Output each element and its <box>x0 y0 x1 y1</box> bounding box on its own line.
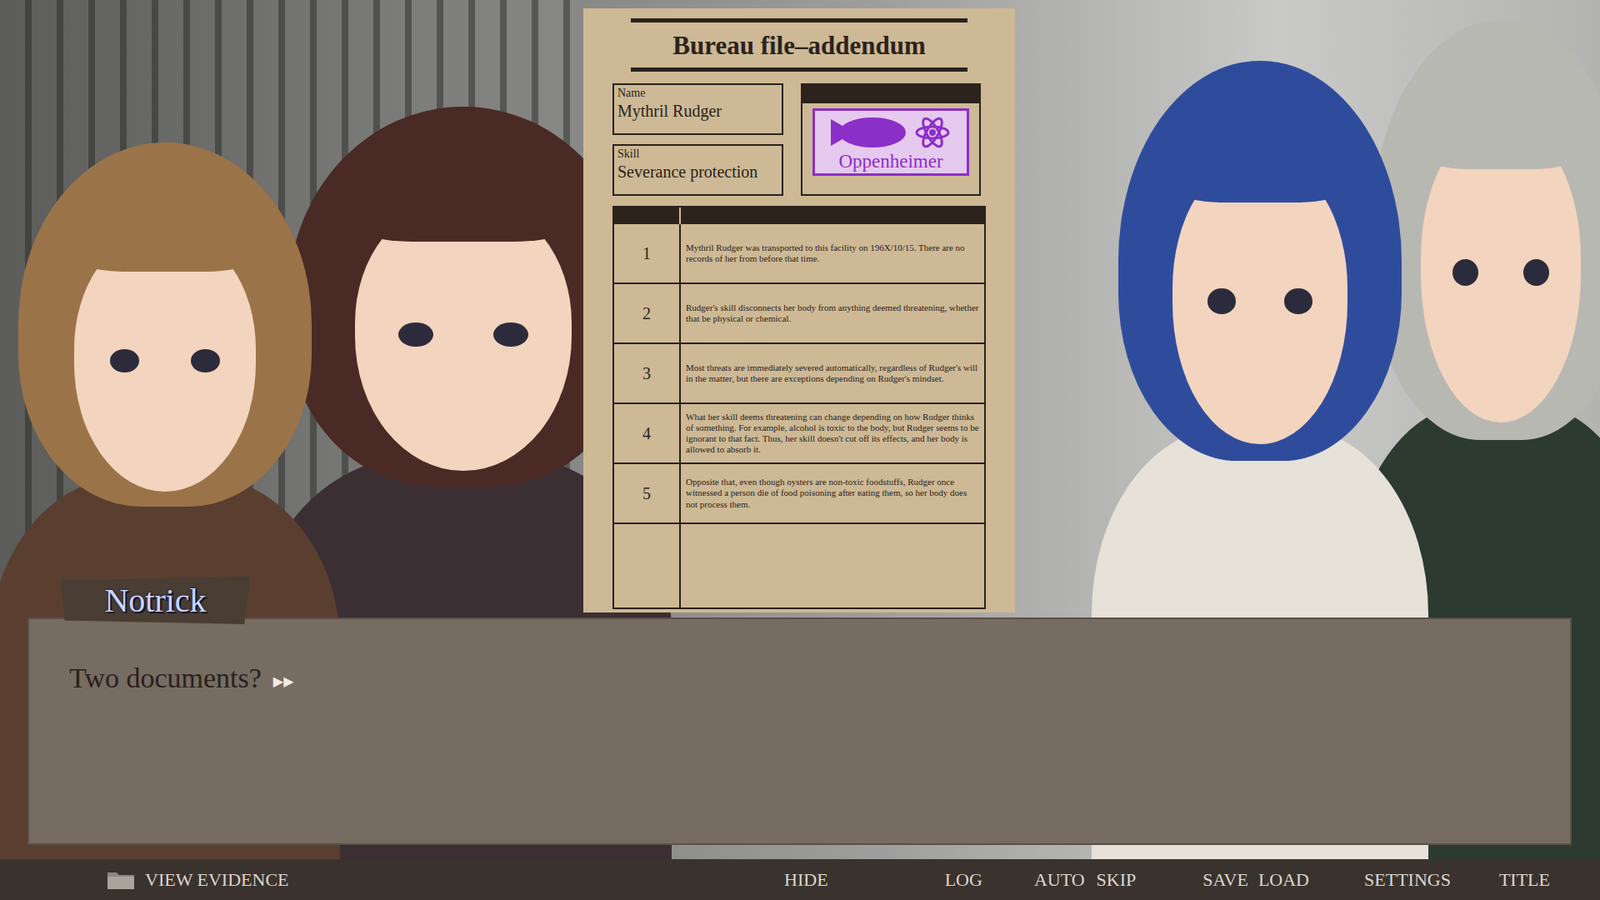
eye <box>1523 259 1550 286</box>
menu-label: SKIP <box>1096 869 1137 891</box>
stamp-text: Oppenheimer <box>838 150 943 172</box>
table-row: 2Rudger's skill disconnects her body fro… <box>614 284 985 345</box>
stamp: Oppenheimer <box>812 108 970 176</box>
row-text: Most threats are immediately severed aut… <box>680 344 985 403</box>
table-row: 1Mythril Rudger was transported to this … <box>614 224 985 285</box>
row-text <box>680 524 985 608</box>
eye <box>1284 288 1313 315</box>
document-field: SkillSeverance protection <box>612 144 784 196</box>
eye <box>493 322 529 347</box>
menu-label: VIEW EVIDENCE <box>145 869 290 891</box>
row-text: Opposite that, even though oysters are n… <box>680 464 985 523</box>
field-label: Name <box>617 86 779 100</box>
row-number: 3 <box>614 344 681 403</box>
eye <box>398 322 434 347</box>
bomb-icon <box>830 114 908 151</box>
character-face <box>355 201 572 471</box>
row-number <box>614 524 681 608</box>
character-face <box>1172 160 1348 445</box>
menu-bar: VIEW EVIDENCE HIDE LOG AUTO SKIP SAVE LOAD SETT… <box>0 859 1600 900</box>
menu-label: TITLE <box>1499 869 1550 891</box>
row-number: 1 <box>614 224 681 283</box>
character-bangs <box>1159 102 1361 203</box>
header-cell <box>614 207 681 225</box>
character-bangs <box>1408 64 1594 170</box>
eye <box>190 349 220 373</box>
document-field: NameMythril Rudger <box>612 83 784 135</box>
eye <box>1452 259 1479 286</box>
menu-button[interactable]: LOAD <box>1258 869 1310 891</box>
menu-label: LOG <box>945 869 983 891</box>
advance-icon[interactable]: ▶▶ <box>273 674 295 689</box>
menu-button[interactable]: AUTO <box>1034 869 1085 891</box>
eye <box>1207 288 1236 315</box>
folder-icon <box>106 870 135 890</box>
stamp-icons <box>830 114 951 151</box>
bureau-file: Bureau file–addendum NameMythril Rudger Sk… <box>583 8 1015 613</box>
stamp-box: Oppenheimer <box>800 83 981 196</box>
field-value: Mythril Rudger <box>617 101 779 121</box>
table-row: 4What her skill deems threatening can ch… <box>614 404 985 465</box>
menu-button[interactable]: LOG <box>945 869 983 891</box>
field-value: Severance protection <box>617 162 779 182</box>
menu-button[interactable]: HIDE <box>784 869 829 891</box>
row-number: 2 <box>614 284 681 343</box>
table-row: 5Opposite that, even though oysters are … <box>614 464 985 525</box>
game-screen: Bureau file–addendum NameMythril Rudger Sk… <box>0 0 1600 900</box>
menu-button[interactable]: TITLE <box>1499 869 1550 891</box>
dialogue-box[interactable]: Two documents?▶▶ <box>27 617 1572 845</box>
empty-row <box>614 524 985 608</box>
eye <box>110 349 140 373</box>
document-header: NameMythril Rudger SkillSeverance protect… <box>612 83 986 196</box>
row-number: 4 <box>614 404 681 463</box>
character-bangs <box>338 146 589 242</box>
speaker-name: Notrick <box>104 580 206 620</box>
menu-button[interactable]: SKIP <box>1096 869 1137 891</box>
menu-label: SETTINGS <box>1364 869 1451 891</box>
menu-button[interactable]: SETTINGS <box>1364 869 1451 891</box>
menu-button[interactable]: SAVE <box>1202 869 1249 891</box>
character-face <box>1420 125 1581 423</box>
speaker-nameplate: Notrick <box>60 576 250 625</box>
row-text: What her skill deems threatening can cha… <box>680 404 985 463</box>
character-bangs <box>60 180 270 272</box>
row-text: Rudger's skill disconnects her body from… <box>680 284 985 343</box>
table-row: 3Most threats are immediately severed au… <box>614 344 985 405</box>
menu-label: SAVE <box>1202 869 1249 891</box>
row-number: 5 <box>614 464 681 523</box>
header-cell <box>680 207 985 225</box>
field-list: NameMythril Rudger SkillSeverance protect… <box>612 83 784 196</box>
menu-label: LOAD <box>1258 869 1310 891</box>
atom-icon <box>914 114 951 151</box>
entry-table: 1Mythril Rudger was transported to this … <box>612 205 986 610</box>
dialogue-text: Two documents?▶▶ <box>69 662 1530 695</box>
menu-label: HIDE <box>784 869 829 891</box>
stamp-bar <box>802 85 980 104</box>
menu-button[interactable]: VIEW EVIDENCE <box>106 869 290 891</box>
table-header <box>614 207 985 225</box>
document-title: Bureau file–addendum <box>630 18 968 72</box>
field-label: Skill <box>617 147 779 161</box>
row-text: Mythril Rudger was transported to this f… <box>680 224 985 283</box>
character-face <box>74 233 256 491</box>
menu-label: AUTO <box>1034 869 1085 891</box>
